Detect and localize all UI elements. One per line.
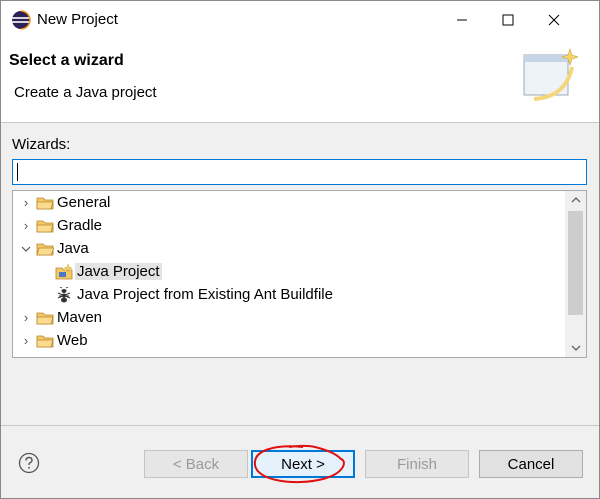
maximize-button[interactable]: [485, 1, 531, 39]
folder-icon: [36, 312, 54, 325]
folder-icon: [36, 335, 54, 348]
close-icon: [548, 14, 560, 26]
java-project-icon: [55, 264, 73, 280]
chevron-right-icon[interactable]: ›: [19, 195, 33, 211]
back-button[interactable]: < Back: [144, 450, 248, 478]
tree-item-java-project[interactable]: Java Project: [13, 261, 566, 284]
folder-open-icon: [36, 243, 54, 256]
footer-separator: [1, 425, 599, 426]
wizard-filter-input[interactable]: [12, 159, 587, 185]
help-icon[interactable]: [18, 452, 40, 474]
minimize-button[interactable]: [439, 1, 485, 39]
wizard-banner-icon: [523, 48, 578, 101]
next-button[interactable]: Next >: [251, 450, 355, 478]
finish-button[interactable]: Finish: [365, 450, 469, 478]
eclipse-icon: [12, 10, 31, 30]
text-caret: [17, 163, 18, 181]
tree-item-maven[interactable]: › Maven: [13, 307, 566, 330]
title-bar: New Project: [1, 1, 599, 39]
window-title: New Project: [37, 11, 118, 28]
chevron-down-icon: [571, 345, 580, 351]
tree-item-gradle[interactable]: › Gradle: [13, 215, 566, 238]
wizard-tree[interactable]: › General › Gradle Java Java Project Jav…: [12, 190, 587, 358]
chevron-down-icon[interactable]: [19, 241, 33, 257]
scroll-thumb[interactable]: [568, 211, 583, 315]
banner-title: Select a wizard: [9, 52, 124, 69]
ant-icon: [57, 287, 71, 303]
tree-item-label: Java Project: [75, 263, 162, 280]
chevron-right-icon[interactable]: ›: [19, 310, 33, 326]
tree-item-web[interactable]: › Web: [13, 330, 566, 353]
minimize-icon: [457, 19, 467, 21]
tree-item-label: General: [57, 194, 111, 211]
tree-item-general[interactable]: › General: [13, 192, 566, 215]
banner-description: Create a Java project: [14, 84, 157, 101]
chevron-up-icon: [571, 197, 580, 203]
folder-icon: [36, 220, 54, 233]
wizard-banner: Select a wizard Create a Java project: [1, 39, 599, 123]
tree-item-java-project-ant[interactable]: Java Project from Existing Ant Buildfile: [13, 284, 566, 307]
tree-item-label: Web: [57, 332, 88, 349]
close-button[interactable]: [531, 1, 577, 39]
maximize-icon: [502, 14, 514, 26]
new-project-dialog: New Project Select a wizard Create a Jav…: [0, 0, 600, 499]
tree-scrollbar[interactable]: [565, 191, 586, 357]
folder-icon: [36, 197, 54, 210]
tree-item-label: Maven: [57, 309, 103, 326]
wizards-label: Wizards:: [12, 136, 71, 153]
cancel-button[interactable]: Cancel: [479, 450, 583, 478]
scroll-down-button[interactable]: [565, 339, 586, 357]
chevron-right-icon[interactable]: ›: [19, 333, 33, 349]
tree-item-label: Java: [57, 240, 89, 257]
chevron-right-icon[interactable]: ›: [19, 218, 33, 234]
tree-item-java[interactable]: Java: [13, 238, 566, 261]
tree-item-label: Java Project from Existing Ant Buildfile: [77, 286, 333, 303]
scroll-up-button[interactable]: [565, 191, 586, 209]
tree-item-label: Gradle: [57, 217, 103, 234]
